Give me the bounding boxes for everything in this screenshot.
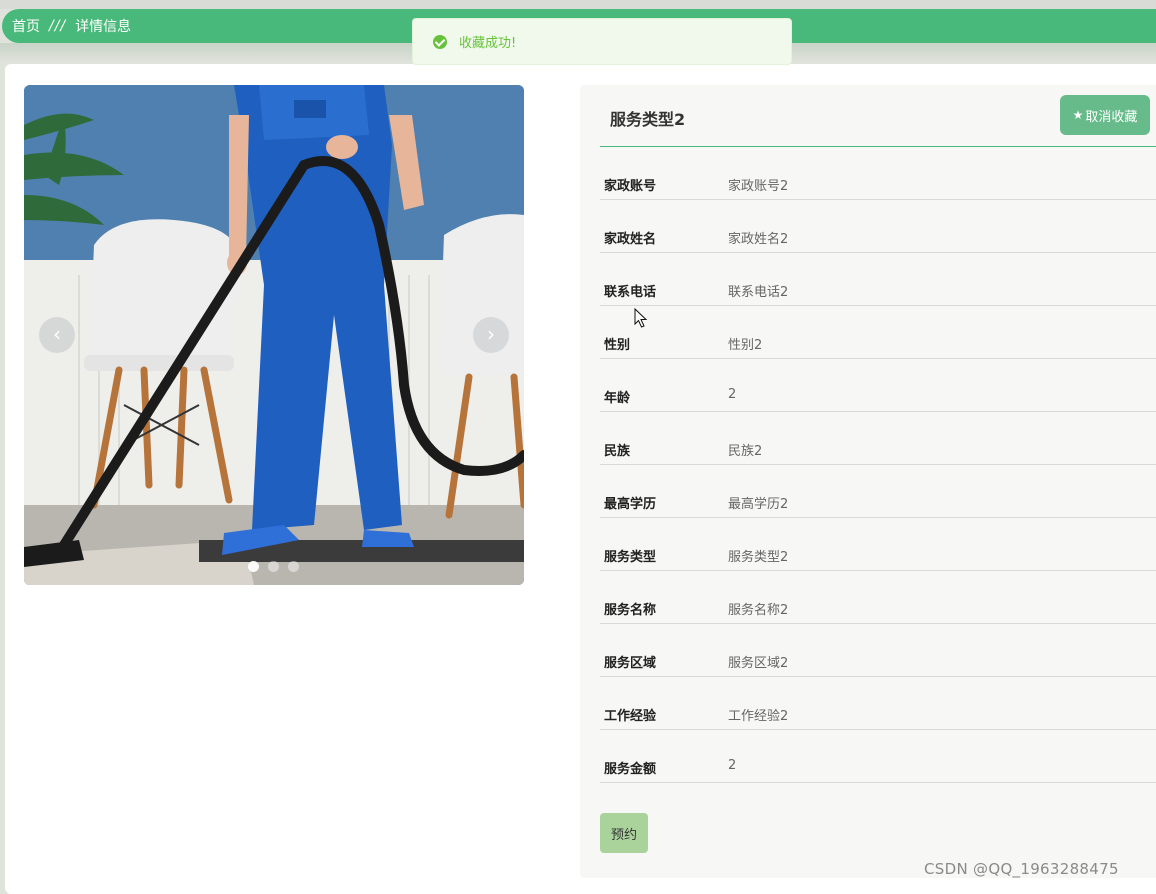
field-label: 年龄 bbox=[604, 391, 631, 406]
detail-row: 家政姓名 家政姓名2 bbox=[600, 200, 1156, 253]
detail-row: 服务类型 服务类型2 bbox=[600, 518, 1156, 571]
detail-row: 性别 性别2 bbox=[600, 306, 1156, 359]
field-label: 联系电话 bbox=[604, 285, 657, 300]
carousel-indicator-1[interactable] bbox=[248, 561, 259, 572]
detail-row: 服务区域 服务区域2 bbox=[600, 624, 1156, 677]
field-value: 2 bbox=[728, 387, 737, 402]
field-label: 家政账号 bbox=[604, 179, 657, 194]
field-label: 服务区域 bbox=[604, 656, 657, 671]
mouse-cursor-icon bbox=[634, 308, 648, 328]
carousel-indicator-2[interactable] bbox=[268, 561, 279, 572]
field-value: 服务类型2 bbox=[728, 550, 789, 565]
carousel-image bbox=[24, 85, 524, 585]
top-strip bbox=[0, 0, 1156, 9]
field-value: 服务名称2 bbox=[728, 603, 789, 618]
image-carousel[interactable]: ‹ › bbox=[24, 85, 524, 585]
detail-title: 服务类型2 bbox=[610, 110, 686, 129]
unfavorite-button[interactable]: ★ 取消收藏 bbox=[1060, 95, 1150, 135]
field-value: 家政姓名2 bbox=[728, 232, 789, 247]
field-value: 性别2 bbox=[728, 338, 763, 353]
carousel-prev-button[interactable]: ‹ bbox=[39, 317, 75, 353]
field-label: 服务类型 bbox=[604, 550, 657, 565]
field-label: 民族 bbox=[604, 444, 631, 459]
field-value: 民族2 bbox=[728, 444, 763, 459]
detail-row: 家政账号 家政账号2 bbox=[600, 147, 1156, 200]
carousel-next-button[interactable]: › bbox=[473, 317, 509, 353]
detail-row: 联系电话 联系电话2 bbox=[600, 253, 1156, 306]
carousel-indicator-3[interactable] bbox=[288, 561, 299, 572]
field-label: 最高学历 bbox=[604, 497, 657, 512]
success-check-icon bbox=[433, 34, 447, 49]
detail-row: 年龄 2 bbox=[600, 359, 1156, 412]
field-label: 家政姓名 bbox=[604, 232, 657, 247]
detail-row: 最高学历 最高学历2 bbox=[600, 465, 1156, 518]
unfavorite-label: 取消收藏 bbox=[1085, 109, 1138, 125]
breadcrumb-separator: /// bbox=[49, 18, 67, 34]
field-label: 工作经验 bbox=[604, 709, 657, 724]
star-icon: ★ bbox=[1072, 108, 1084, 122]
detail-row: 服务名称 服务名称2 bbox=[600, 571, 1156, 624]
detail-row: 工作经验 工作经验2 bbox=[600, 677, 1156, 730]
toast-message: 收藏成功! bbox=[459, 36, 517, 51]
book-button[interactable]: 预约 bbox=[600, 813, 648, 853]
field-label: 服务金额 bbox=[604, 762, 657, 777]
carousel-indicators bbox=[248, 561, 308, 572]
detail-row: 民族 民族2 bbox=[600, 412, 1156, 465]
field-value: 服务区域2 bbox=[728, 656, 789, 671]
breadcrumb-home-link[interactable]: 首页 bbox=[12, 16, 40, 36]
field-value: 家政账号2 bbox=[728, 179, 789, 194]
field-label: 性别 bbox=[604, 338, 631, 353]
field-label: 服务名称 bbox=[604, 603, 657, 618]
breadcrumb-current: 详情信息 bbox=[75, 19, 132, 35]
watermark: CSDN @QQ_1963288475 bbox=[924, 860, 1119, 878]
success-toast: 收藏成功! bbox=[412, 18, 792, 65]
field-value: 2 bbox=[728, 758, 737, 773]
detail-row: 服务金额 2 bbox=[600, 730, 1156, 783]
field-value: 最高学历2 bbox=[728, 497, 789, 512]
detail-panel: 服务类型2 ★ 取消收藏 家政账号 家政账号2 家政姓名 家政姓名2 联系电话 … bbox=[580, 85, 1156, 878]
field-value: 工作经验2 bbox=[728, 709, 789, 724]
field-value: 联系电话2 bbox=[728, 285, 789, 300]
